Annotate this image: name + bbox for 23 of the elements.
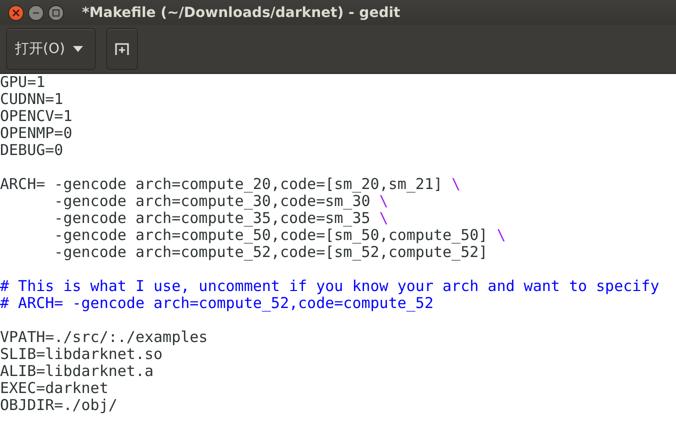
code-line: SLIB=libdarknet.so <box>0 345 163 363</box>
code-line: VPATH=./src/:./examples <box>0 328 208 346</box>
code-line: ALIB=libdarknet.a <box>0 362 154 380</box>
line-continuation: \ <box>379 209 388 227</box>
code-line: -gencode arch=compute_52,code=[sm_52,compute_52] <box>53 243 488 261</box>
code-line: GPU=1 <box>0 73 46 91</box>
code-line: ARCH= -gencode arch=compute_20,code=[sm_20,sm_21] <box>0 175 444 193</box>
line-continuation: \ <box>452 175 461 193</box>
comment-line: # This is what I use, uncomment if you know your arch and want to specify <box>0 277 660 295</box>
open-button[interactable]: 打开(O) <box>6 28 96 70</box>
code-line: CUDNN=1 <box>0 90 64 108</box>
code-line: -gencode arch=compute_35,code=sm_35 <box>53 209 372 227</box>
code-line: -gencode arch=compute_50,code=[sm_50,compute_50] <box>53 226 489 244</box>
code-line: EXEC=darknet <box>0 379 108 397</box>
window-title: *Makefile (~/Downloads/darknet) - gedit <box>82 4 400 20</box>
code-line: DEBUG=0 <box>0 141 64 159</box>
code-line: -gencode arch=compute_30,code=sm_30 <box>53 192 370 210</box>
code-line: OPENCV=1 <box>0 107 72 125</box>
line-continuation: \ <box>496 226 506 244</box>
code-line: OBJDIR=./obj/ <box>0 396 118 414</box>
line-continuation: \ <box>379 192 388 210</box>
code-line: OPENMP=0 <box>0 124 72 142</box>
comment-line: # ARCH= -gencode arch=compute_52,code=compute_52 <box>0 294 434 312</box>
